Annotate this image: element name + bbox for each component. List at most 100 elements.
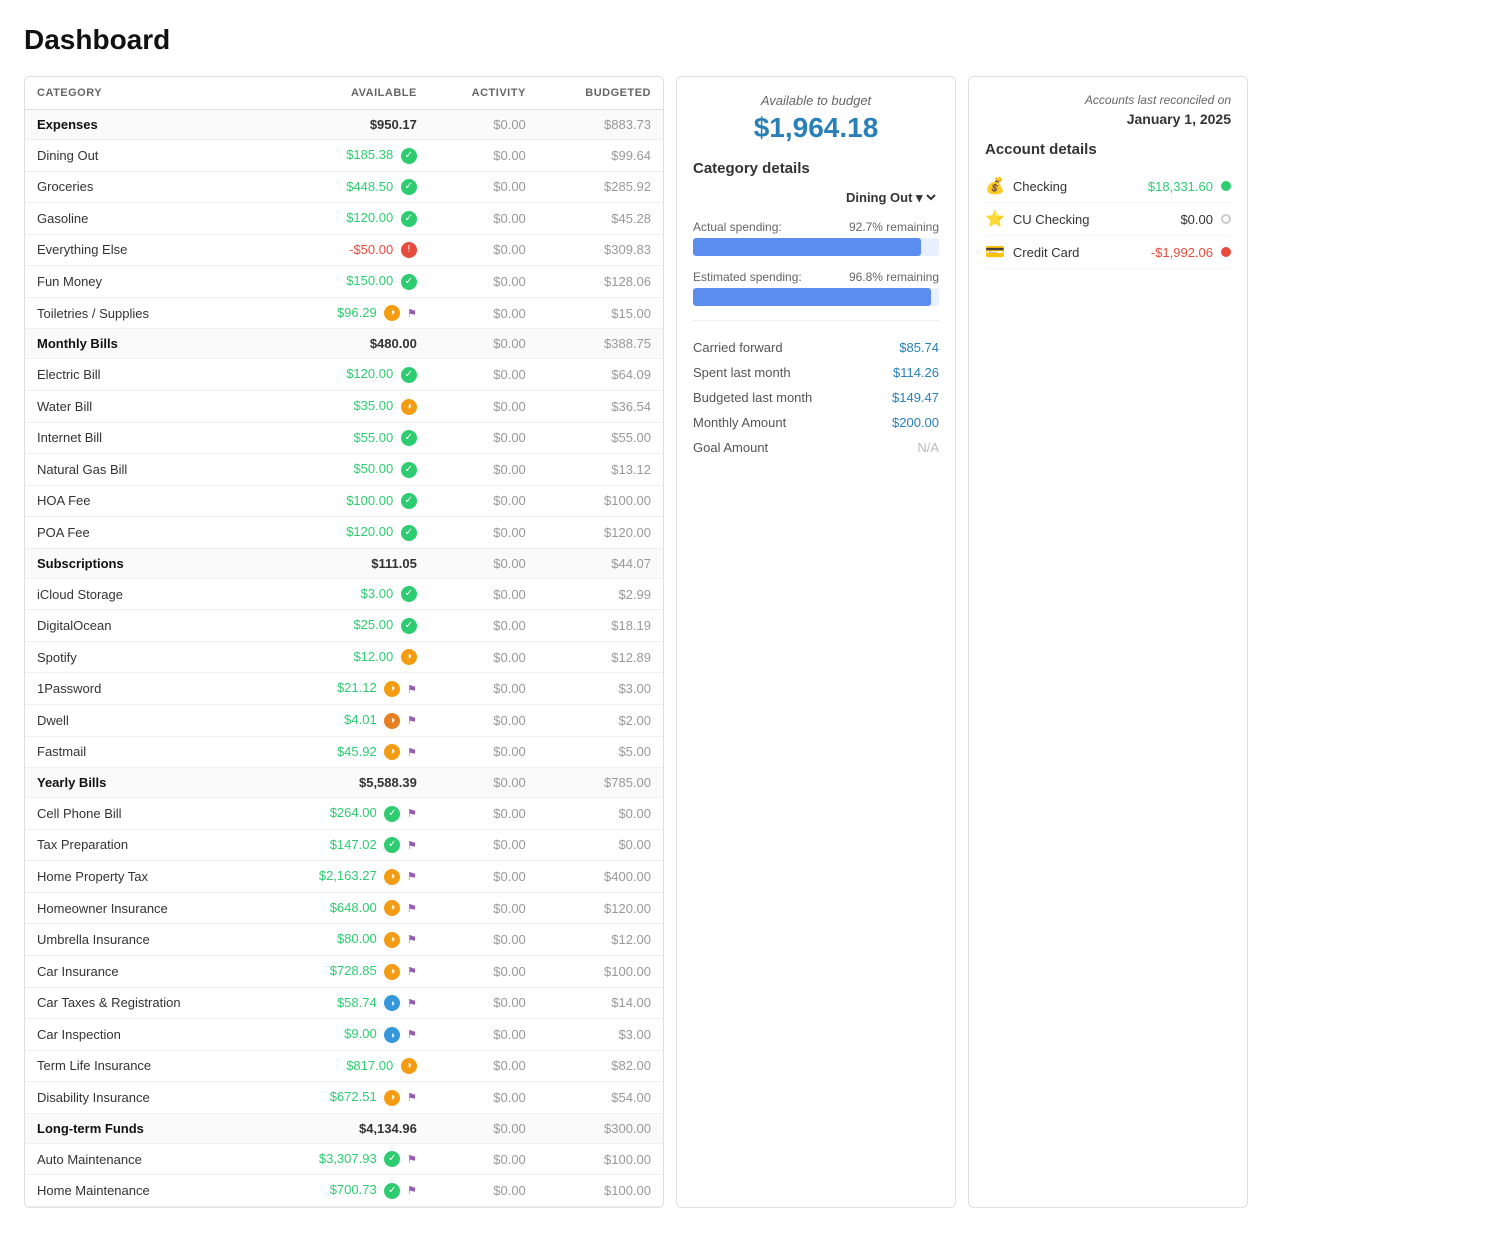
flag-icon: ⚑ <box>407 965 417 978</box>
dashboard-page: Dashboard CATEGORY AVAILABLE ACTIVITY BU… <box>0 0 1490 1251</box>
detail-value: $85.74 <box>899 340 939 355</box>
group-budgeted: $300.00 <box>538 1113 663 1143</box>
table-row[interactable]: DigitalOcean $25.00 ✓ $0.00 $18.19 <box>25 610 663 642</box>
item-name: Cell Phone Bill <box>25 798 259 830</box>
table-row[interactable]: Tax Preparation $147.02 ✓ ⚑ $0.00 $0.00 <box>25 829 663 861</box>
detail-value: $114.26 <box>893 365 939 380</box>
account-amount: -$1,992.06 <box>1151 245 1213 260</box>
item-amount: $58.74 <box>337 995 377 1010</box>
group-budgeted: $785.00 <box>538 768 663 798</box>
table-row[interactable]: 1Password $21.12 ◑ ⚑ $0.00 $3.00 <box>25 673 663 705</box>
item-name: Tax Preparation <box>25 829 259 861</box>
table-row[interactable]: POA Fee $120.00 ✓ $0.00 $120.00 <box>25 517 663 549</box>
table-row[interactable]: HOA Fee $100.00 ✓ $0.00 $100.00 <box>25 485 663 517</box>
item-available: $147.02 ✓ ⚑ <box>259 829 429 861</box>
group-name: Expenses <box>25 110 259 140</box>
item-available: $3.00 ✓ <box>259 578 429 610</box>
item-amount: $9.00 <box>344 1026 377 1041</box>
item-amount: $45.92 <box>337 744 377 759</box>
half-icon: ◑ <box>384 932 400 948</box>
item-available: $120.00 ✓ <box>259 203 429 235</box>
item-budgeted: $5.00 <box>538 736 663 768</box>
budget-table: CATEGORY AVAILABLE ACTIVITY BUDGETED Exp… <box>25 77 663 1207</box>
table-row[interactable]: Home Property Tax $2,163.27 ◑ ⚑ $0.00 $4… <box>25 861 663 893</box>
table-row[interactable]: Internet Bill $55.00 ✓ $0.00 $55.00 <box>25 422 663 454</box>
detail-value: N/A <box>917 440 939 455</box>
orange-icon: ◑ <box>384 713 400 729</box>
check-icon: ✓ <box>401 462 417 478</box>
table-row[interactable]: Home Maintenance $700.73 ✓ ⚑ $0.00 $100.… <box>25 1175 663 1207</box>
item-activity: $0.00 <box>429 1019 538 1051</box>
table-row[interactable]: Gasoline $120.00 ✓ $0.00 $45.28 <box>25 203 663 235</box>
item-budgeted: $12.89 <box>538 641 663 673</box>
item-name: Water Bill <box>25 390 259 422</box>
item-amount: $120.00 <box>346 524 393 539</box>
item-budgeted: $99.64 <box>538 140 663 172</box>
half-icon: ◑ <box>384 900 400 916</box>
table-row[interactable]: Umbrella Insurance $80.00 ◑ ⚑ $0.00 $12.… <box>25 924 663 956</box>
item-name: Car Taxes & Registration <box>25 987 259 1019</box>
item-name: Spotify <box>25 641 259 673</box>
item-available: $45.92 ◑ ⚑ <box>259 736 429 768</box>
half-icon: ◑ <box>384 305 400 321</box>
table-row[interactable]: Everything Else -$50.00 ! $0.00 $309.83 <box>25 234 663 266</box>
table-row[interactable]: Disability Insurance $672.51 ◑ ⚑ $0.00 $… <box>25 1082 663 1114</box>
item-name: Dining Out <box>25 140 259 172</box>
item-amount: $648.00 <box>330 900 377 915</box>
item-amount: $80.00 <box>337 931 377 946</box>
detail-rows: Carried forward$85.74Spent last month$11… <box>693 335 939 460</box>
item-amount: $700.73 <box>330 1182 377 1197</box>
group-budgeted: $388.75 <box>538 329 663 359</box>
table-row[interactable]: Car Inspection $9.00 ◑ ⚑ $0.00 $3.00 <box>25 1019 663 1051</box>
actual-spending-labels: Actual spending: 92.7% remaining <box>693 220 939 234</box>
table-row[interactable]: Groceries $448.50 ✓ $0.00 $285.92 <box>25 171 663 203</box>
table-row[interactable]: Dwell $4.01 ◑ ⚑ $0.00 $2.00 <box>25 705 663 737</box>
item-name: Gasoline <box>25 203 259 235</box>
item-budgeted: $0.00 <box>538 798 663 830</box>
account-row: ⭐CU Checking$0.00 <box>985 203 1231 236</box>
table-row[interactable]: Auto Maintenance $3,307.93 ✓ ⚑ $0.00 $10… <box>25 1143 663 1175</box>
item-name: Dwell <box>25 705 259 737</box>
table-row[interactable]: iCloud Storage $3.00 ✓ $0.00 $2.99 <box>25 578 663 610</box>
middle-panel: Available to budget $1,964.18 Category d… <box>676 76 956 1208</box>
table-row[interactable]: Homeowner Insurance $648.00 ◑ ⚑ $0.00 $1… <box>25 892 663 924</box>
table-row[interactable]: Term Life Insurance $817.00 ◑ $0.00 $82.… <box>25 1050 663 1082</box>
item-budgeted: $18.19 <box>538 610 663 642</box>
item-amount: $672.51 <box>330 1089 377 1104</box>
detail-row: Spent last month$114.26 <box>693 360 939 385</box>
table-row[interactable]: Dining Out $185.38 ✓ $0.00 $99.64 <box>25 140 663 172</box>
item-available: -$50.00 ! <box>259 234 429 266</box>
table-row[interactable]: Fastmail $45.92 ◑ ⚑ $0.00 $5.00 <box>25 736 663 768</box>
item-amount: $21.12 <box>337 680 377 695</box>
item-available: $700.73 ✓ ⚑ <box>259 1175 429 1207</box>
half-icon: ◑ <box>384 744 400 760</box>
item-available: $55.00 ✓ <box>259 422 429 454</box>
table-row[interactable]: Fun Money $150.00 ✓ $0.00 $128.06 <box>25 266 663 298</box>
divider <box>693 320 939 321</box>
table-row[interactable]: Cell Phone Bill $264.00 ✓ ⚑ $0.00 $0.00 <box>25 798 663 830</box>
account-amount: $18,331.60 <box>1148 179 1213 194</box>
check-icon: ✓ <box>401 179 417 195</box>
item-budgeted: $400.00 <box>538 861 663 893</box>
group-available: $950.17 <box>259 110 429 140</box>
item-activity: $0.00 <box>429 987 538 1019</box>
actual-spending-label: Actual spending: <box>693 220 782 234</box>
table-row[interactable]: Spotify $12.00 ◑ $0.00 $12.89 <box>25 641 663 673</box>
item-budgeted: $36.54 <box>538 390 663 422</box>
table-row[interactable]: Electric Bill $120.00 ✓ $0.00 $64.09 <box>25 359 663 391</box>
item-name: HOA Fee <box>25 485 259 517</box>
table-row[interactable]: Water Bill $35.00 ◑ $0.00 $36.54 <box>25 390 663 422</box>
half-icon: ◑ <box>401 649 417 665</box>
item-budgeted: $54.00 <box>538 1082 663 1114</box>
category-select[interactable]: Dining Out ▾ <box>842 189 939 206</box>
item-amount: $817.00 <box>346 1058 393 1073</box>
account-icon: 💰 <box>985 176 1005 196</box>
item-name: Fun Money <box>25 266 259 298</box>
item-amount: $35.00 <box>353 398 393 413</box>
table-row[interactable]: Natural Gas Bill $50.00 ✓ $0.00 $13.12 <box>25 454 663 486</box>
table-row[interactable]: Car Insurance $728.85 ◑ ⚑ $0.00 $100.00 <box>25 955 663 987</box>
detail-label: Budgeted last month <box>693 390 812 405</box>
table-row[interactable]: Car Taxes & Registration $58.74 ◑ ⚑ $0.0… <box>25 987 663 1019</box>
table-row[interactable]: Toiletries / Supplies $96.29 ◑ ⚑ $0.00 $… <box>25 297 663 329</box>
item-budgeted: $2.00 <box>538 705 663 737</box>
